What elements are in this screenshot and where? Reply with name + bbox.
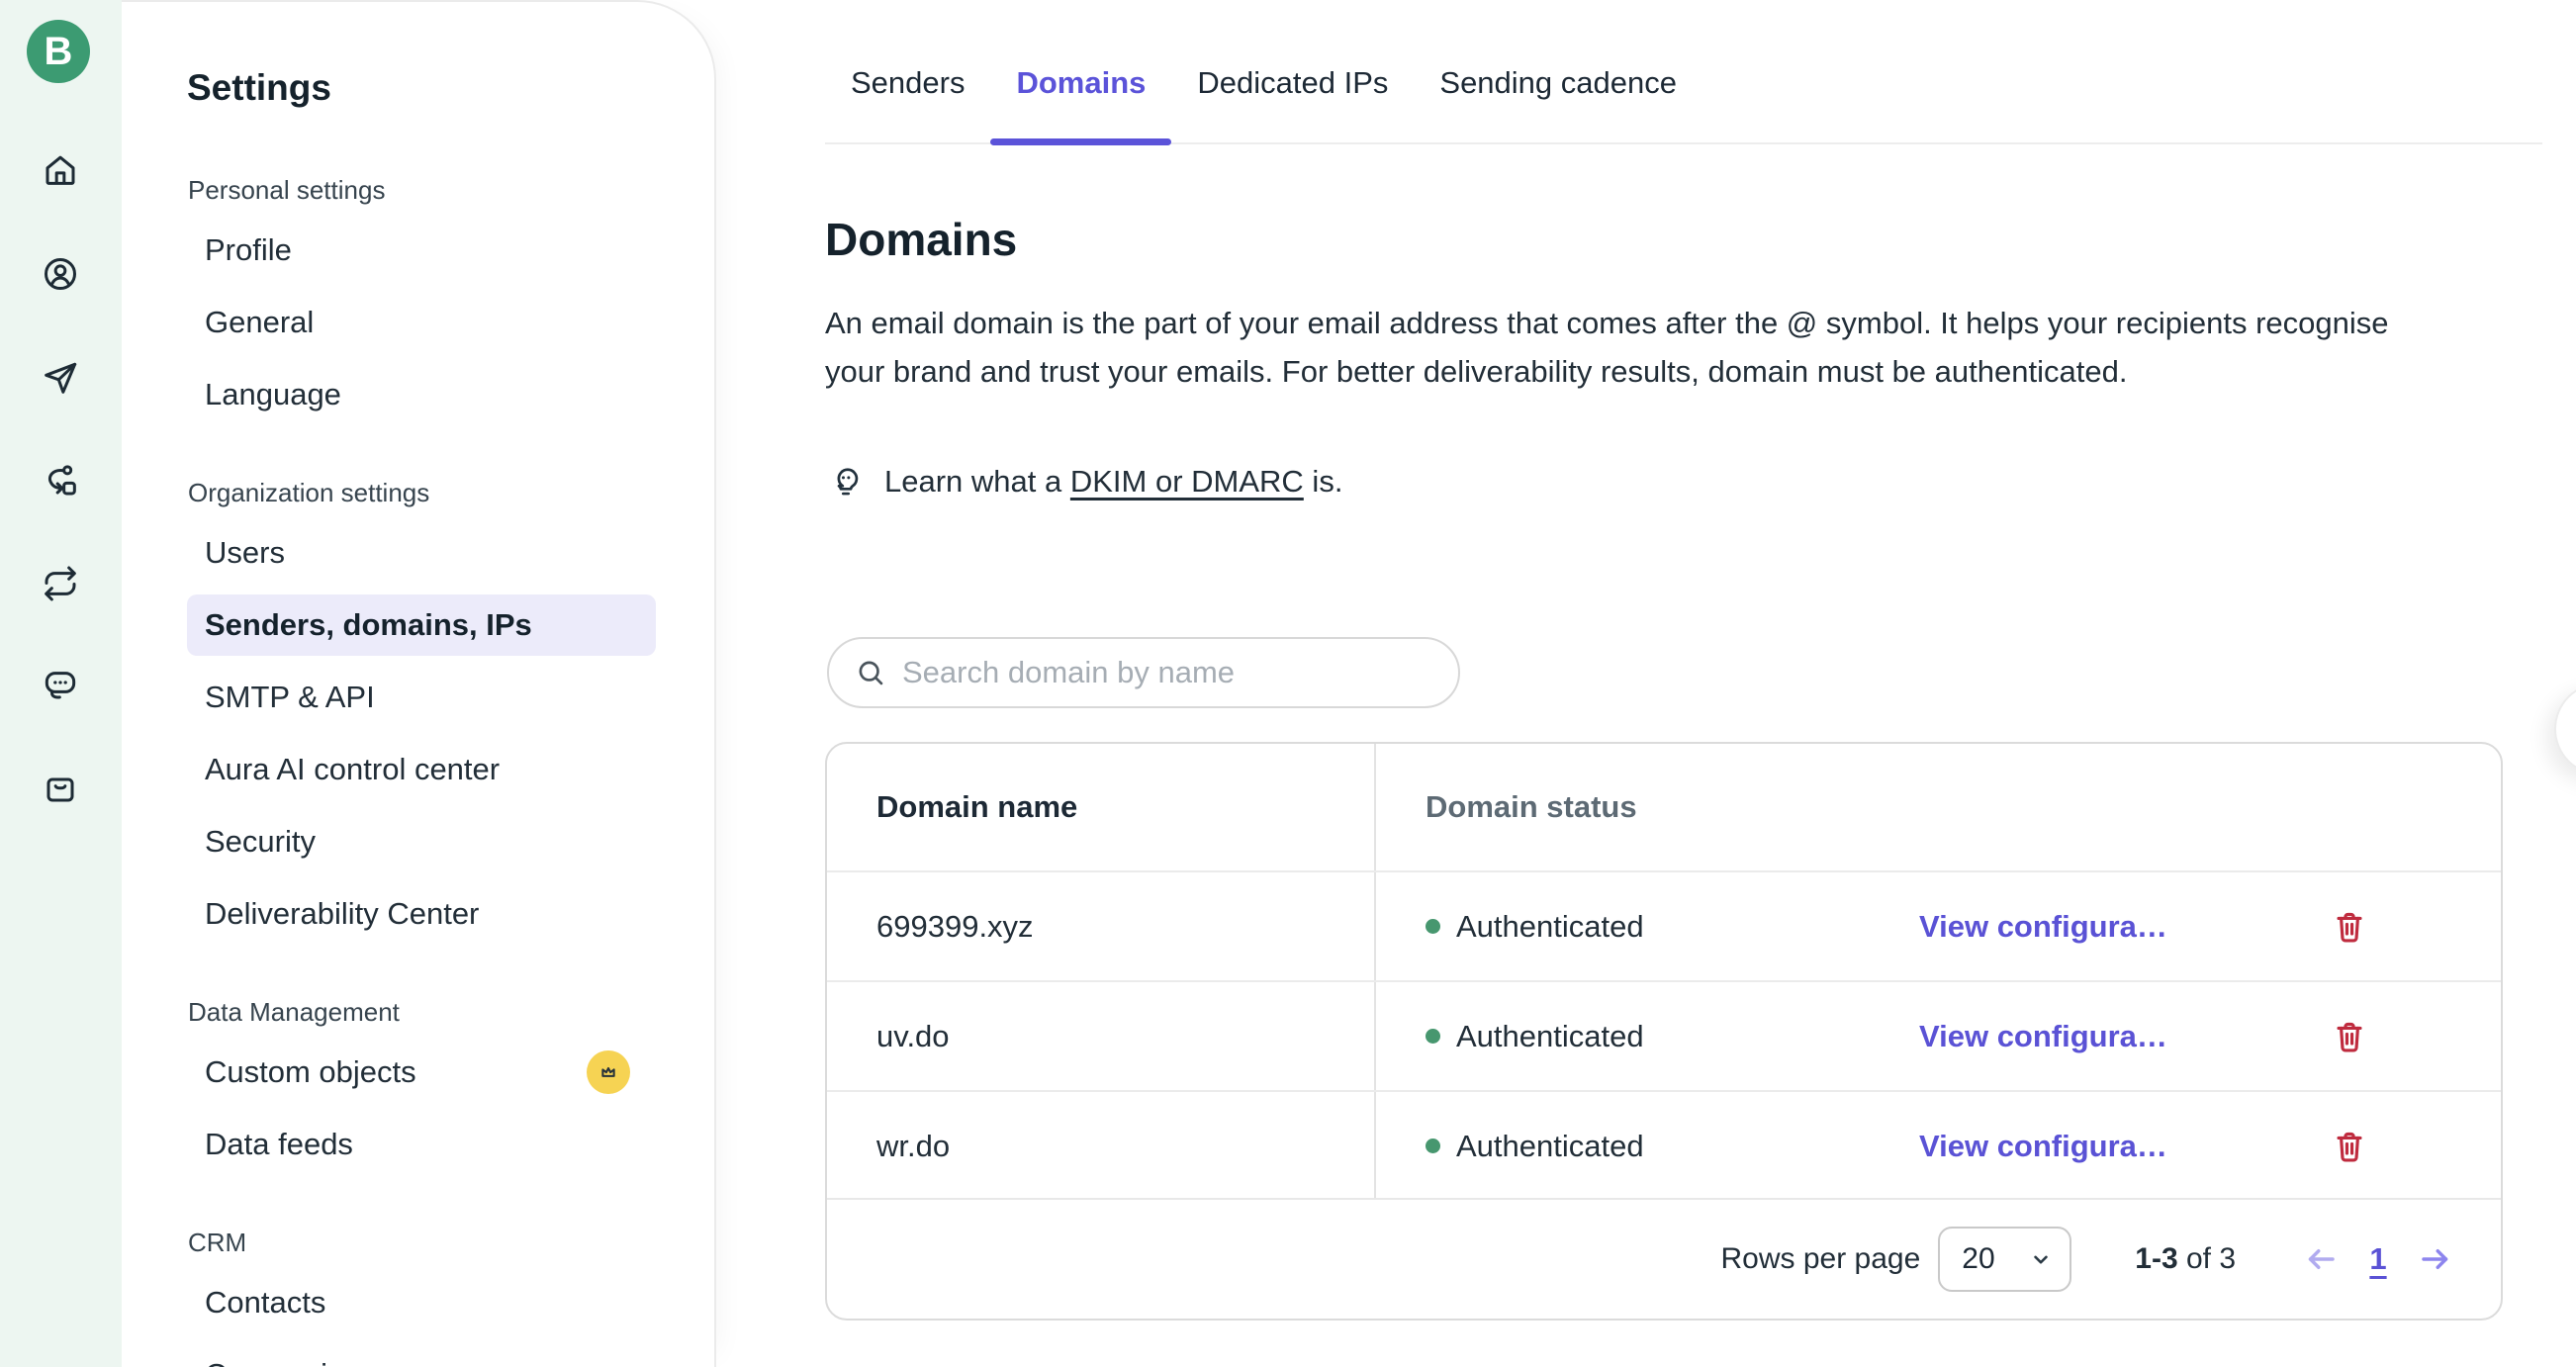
trash-icon[interactable] bbox=[2328, 905, 2371, 949]
automations-icon[interactable] bbox=[39, 460, 82, 503]
page-description: An email domain is the part of your emai… bbox=[825, 299, 2452, 396]
page-number-1[interactable]: 1 bbox=[2360, 1241, 2396, 1277]
domain-status: Authenticated bbox=[1426, 909, 1644, 945]
ecommerce-icon[interactable] bbox=[39, 767, 82, 810]
table-row: uv.do Authenticated View configura… bbox=[827, 980, 2501, 1090]
tip-row: Learn what a DKIM or DMARC is. bbox=[827, 460, 1342, 503]
view-configuration-link[interactable]: View configura… bbox=[1919, 909, 2167, 945]
tip-suffix: is. bbox=[1304, 464, 1343, 499]
brevo-logo-letter: B bbox=[45, 30, 73, 74]
status-label: Authenticated bbox=[1456, 1019, 1644, 1054]
rows-per-page-label: Rows per page bbox=[1720, 1242, 1920, 1276]
page-title: Domains bbox=[825, 212, 1017, 267]
domain-status: Authenticated bbox=[1426, 1129, 1644, 1164]
domain-search bbox=[827, 637, 1460, 708]
status-label: Authenticated bbox=[1456, 1129, 1644, 1164]
range-total: of 3 bbox=[2178, 1242, 2236, 1275]
table-row: 699399.xyz Authenticated View configura… bbox=[827, 870, 2501, 980]
tip-prefix: Learn what a bbox=[884, 464, 1070, 499]
sidebar-item-custom-objects[interactable]: Custom objects bbox=[187, 1042, 656, 1103]
table-header: Domain name Domain status bbox=[827, 744, 2501, 870]
pagination-range: 1-3 of 3 bbox=[2135, 1242, 2236, 1276]
sidebar-item-aura-ai-control-center[interactable]: Aura AI control center bbox=[187, 739, 656, 800]
domain-status: Authenticated bbox=[1426, 1019, 1644, 1054]
settings-sidebar: Settings Personal settings Profile Gener… bbox=[122, 0, 716, 1367]
tab-senders[interactable]: Senders bbox=[825, 63, 990, 142]
home-icon[interactable] bbox=[39, 148, 82, 192]
previous-page-arrow-icon[interactable] bbox=[2299, 1237, 2343, 1281]
next-page-arrow-icon[interactable] bbox=[2414, 1237, 2457, 1281]
sidebar-item-companies[interactable]: Companies bbox=[187, 1344, 656, 1367]
dkim-dmarc-link[interactable]: DKIM or DMARC bbox=[1070, 464, 1304, 499]
trash-icon[interactable] bbox=[2328, 1015, 2371, 1058]
sidebar-item-contacts[interactable]: Contacts bbox=[187, 1272, 656, 1333]
section-label-personal-settings: Personal settings bbox=[188, 174, 675, 206]
tab-bar: Senders Domains Dedicated IPs Sending ca… bbox=[825, 0, 2542, 144]
status-dot-icon bbox=[1426, 1139, 1440, 1153]
app-window: B Settings Personal settings Profile Gen… bbox=[0, 0, 2576, 1367]
search-input[interactable] bbox=[902, 655, 1436, 690]
status-dot-icon bbox=[1426, 919, 1440, 934]
campaigns-icon[interactable] bbox=[39, 356, 82, 400]
sidebar-item-label: Custom objects bbox=[205, 1054, 416, 1089]
status-label: Authenticated bbox=[1456, 909, 1644, 945]
section-label-organization-settings: Organization settings bbox=[188, 477, 675, 508]
sidebar-item-profile[interactable]: Profile bbox=[187, 220, 656, 281]
column-header-domain-name: Domain name bbox=[876, 789, 1077, 825]
sidebar-item-users[interactable]: Users bbox=[187, 522, 656, 584]
rows-per-page-select[interactable]: 20 bbox=[1938, 1227, 2071, 1292]
product-rail: B bbox=[0, 0, 122, 1367]
domain-name: uv.do bbox=[876, 1019, 950, 1054]
transactional-icon[interactable] bbox=[39, 562, 82, 605]
brevo-logo[interactable]: B bbox=[27, 20, 90, 83]
sidebar-item-language[interactable]: Language bbox=[187, 364, 656, 425]
domain-name: 699399.xyz bbox=[876, 909, 1034, 945]
sidebar-item-deliverability-center[interactable]: Deliverability Center bbox=[187, 883, 656, 945]
view-configuration-link[interactable]: View configura… bbox=[1919, 1019, 2167, 1054]
table-footer: Rows per page 20 1-3 of 3 1 bbox=[827, 1198, 2501, 1319]
table-row: wr.do Authenticated View configura… bbox=[827, 1090, 2501, 1200]
chevron-down-icon bbox=[2028, 1246, 2054, 1272]
column-header-domain-status: Domain status bbox=[1426, 789, 1637, 825]
contacts-icon[interactable] bbox=[39, 252, 82, 296]
domain-name: wr.do bbox=[876, 1129, 950, 1164]
sidebar-title: Settings bbox=[187, 65, 675, 111]
sidebar-item-senders-domains-ips[interactable]: Senders, domains, IPs bbox=[187, 594, 656, 656]
tip-text: Learn what a DKIM or DMARC is. bbox=[884, 464, 1342, 500]
status-dot-icon bbox=[1426, 1029, 1440, 1044]
section-label-data-management: Data Management bbox=[188, 996, 675, 1028]
rows-per-page-value: 20 bbox=[1962, 1242, 1994, 1276]
view-configuration-link[interactable]: View configura… bbox=[1919, 1129, 2167, 1164]
lightbulb-icon bbox=[827, 463, 865, 501]
range-values: 1-3 bbox=[2135, 1242, 2177, 1275]
conversations-icon[interactable] bbox=[39, 664, 82, 707]
domains-table: Domain name Domain status 699399.xyz Aut… bbox=[825, 742, 2503, 1321]
sidebar-item-data-feeds[interactable]: Data feeds bbox=[187, 1114, 656, 1175]
tab-dedicated-ips[interactable]: Dedicated IPs bbox=[1171, 63, 1414, 142]
sidebar-item-general[interactable]: General bbox=[187, 292, 656, 353]
tab-sending-cadence[interactable]: Sending cadence bbox=[1414, 63, 1702, 142]
search-icon bbox=[855, 657, 886, 688]
sidebar-item-security[interactable]: Security bbox=[187, 811, 656, 872]
section-label-crm: CRM bbox=[188, 1227, 675, 1258]
tab-domains[interactable]: Domains bbox=[990, 63, 1171, 142]
trash-icon[interactable] bbox=[2328, 1125, 2371, 1168]
sidebar-item-smtp-api[interactable]: SMTP & API bbox=[187, 667, 656, 728]
crown-icon bbox=[587, 1050, 630, 1094]
main-content: Senders Domains Dedicated IPs Sending ca… bbox=[716, 0, 2576, 1367]
